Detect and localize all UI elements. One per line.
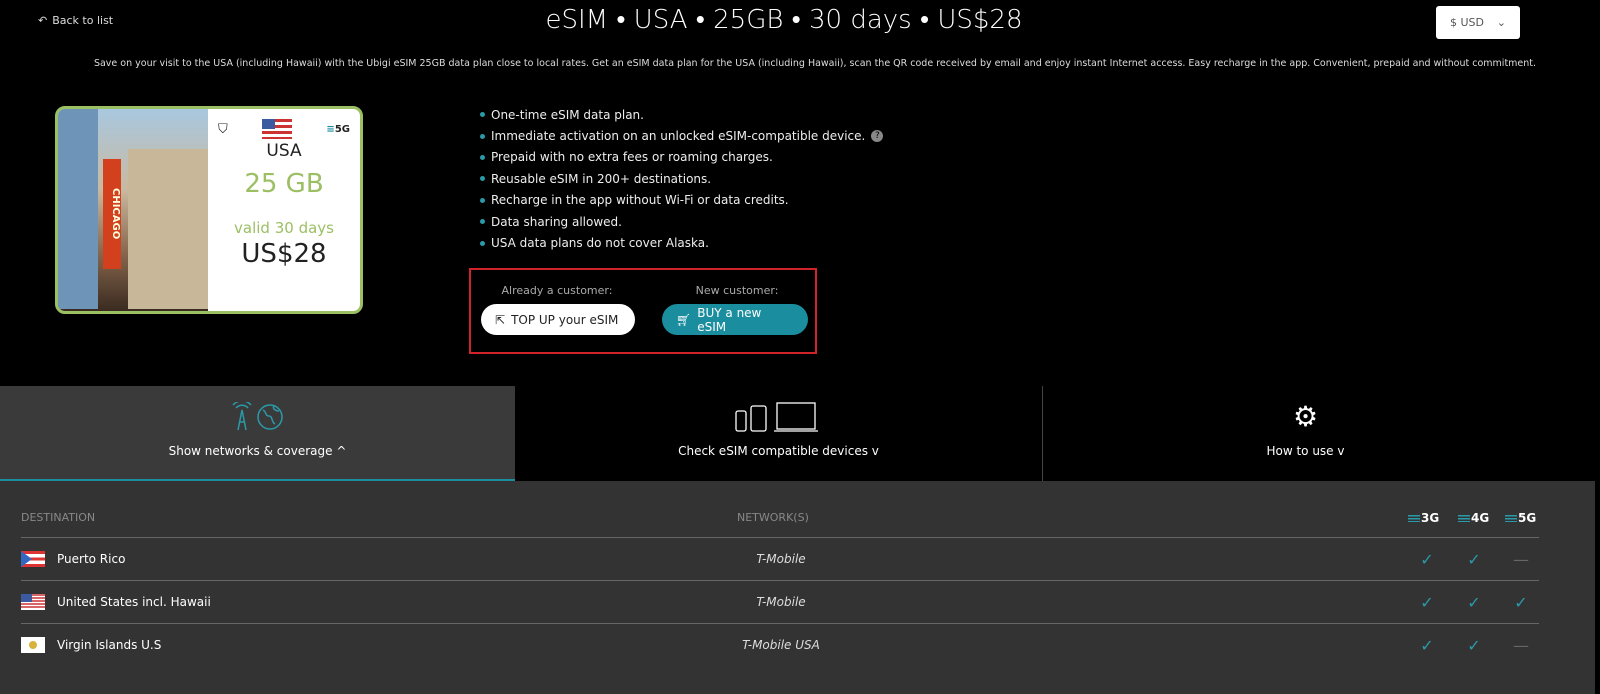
4g-header: 4G — [1458, 511, 1489, 525]
chevron-down-icon: v — [871, 444, 879, 458]
chevron-down-icon: v — [1337, 444, 1345, 458]
5g-badge: ≡5G — [326, 123, 350, 135]
currency-select[interactable]: $ USD ⌄ — [1436, 6, 1520, 39]
card-price: US$28 — [241, 239, 327, 269]
feature-item: Prepaid with no extra fees or roaming ch… — [480, 147, 883, 168]
help-icon[interactable]: ? — [871, 130, 884, 143]
gear-icon: ⚙ — [1292, 400, 1319, 433]
tab-compatible-devices[interactable]: Check eSIM compatible devices v — [515, 386, 1043, 481]
devices-icon — [734, 402, 818, 432]
buy-button[interactable]: 🛒︎ BUY a new eSIM — [662, 304, 808, 335]
table-row: Virgin Islands U.S T-Mobile USA ✓ ✓ — — [21, 623, 1539, 666]
plan-card: CHICAGO ⛉ ≡5G USA 25 GB valid 30 days US$… — [55, 106, 363, 314]
feature-item: Reusable eSIM in 200+ destinations. — [480, 168, 883, 189]
tab-networks-coverage[interactable]: Show networks & coverage ^ — [0, 386, 515, 481]
card-country: USA — [266, 141, 302, 161]
feature-item: Immediate activation on an unlocked eSIM… — [480, 125, 884, 146]
cart-icon: 🛒︎ — [676, 312, 692, 327]
us-flag-icon — [21, 594, 45, 610]
coverage-table: DESTINATION NETWORK(S) 3G 4G 5G Puerto R… — [0, 481, 1595, 694]
top-up-icon: ⇱ — [495, 312, 506, 327]
card-data: 25 GB — [244, 169, 324, 199]
feature-item: Recharge in the app without Wi-Fi or dat… — [480, 190, 883, 211]
feature-item: Data sharing allowed. — [480, 211, 883, 232]
puerto-rico-flag-icon — [21, 551, 45, 567]
chicago-photo: CHICAGO — [58, 109, 208, 311]
features-list: One-time eSIM data plan. Immediate activ… — [480, 104, 884, 254]
antenna-globe-icon — [231, 402, 283, 431]
table-row: United States incl. Hawaii T-Mobile ✓ ✓ ✓ — [21, 580, 1539, 623]
table-row: Puerto Rico T-Mobile ✓ ✓ — — [21, 537, 1539, 580]
page-title: eSIM • USA • 25GB • 30 days • US$28 — [545, 5, 1023, 35]
chevron-up-icon: ^ — [336, 444, 347, 458]
feature-item: USA data plans do not cover Alaska. — [480, 232, 883, 253]
us-flag-icon — [262, 119, 293, 139]
shield-icon: ⛉ — [218, 121, 228, 137]
top-up-button[interactable]: ⇱ TOP UP your eSIM — [481, 304, 635, 335]
5g-header: 5G — [1505, 511, 1536, 525]
feature-item: One-time eSIM data plan. — [480, 104, 883, 125]
card-validity: valid 30 days — [234, 219, 334, 237]
virgin-islands-flag-icon — [21, 637, 45, 653]
3g-header: 3G — [1408, 511, 1439, 525]
purchase-options: Already a customer: New customer: ⇱ TOP U… — [469, 268, 817, 354]
plan-description: Save on your visit to the USA (including… — [93, 58, 1537, 69]
tab-how-to-use[interactable]: ⚙ How to use v — [1043, 386, 1568, 481]
chevron-down-icon: ⌄ — [1496, 16, 1506, 29]
